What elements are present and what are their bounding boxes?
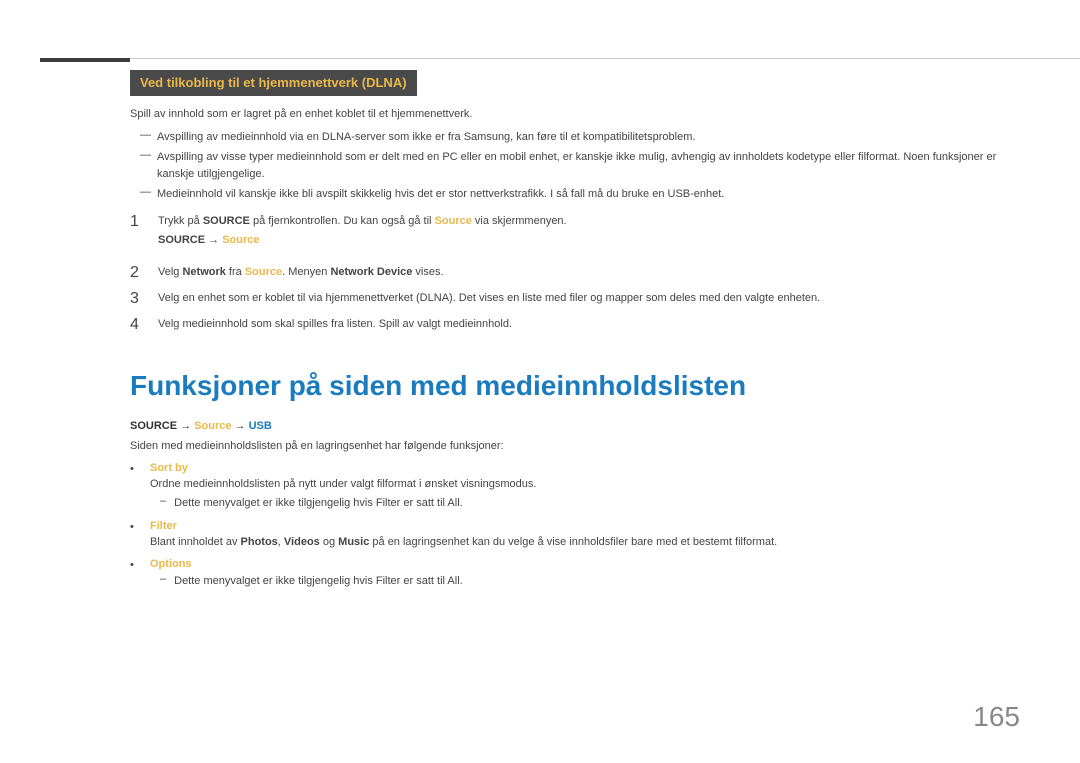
bullet-dot-sort: •	[130, 462, 150, 475]
dash-text-1: Avspilling av medieinnhold via en DLNA-s…	[157, 129, 695, 146]
filter-title: Filter	[150, 520, 1020, 532]
dash-item-2: — Avspilling av visse typer medieinnhold…	[130, 149, 1020, 182]
bullet-section: • Sort by Ordne medieinnholdslisten på n…	[130, 462, 1020, 590]
sort-dash-symbol: –	[160, 495, 166, 507]
section-title-box: Ved tilkobling til et hjemmenettverk (DL…	[130, 70, 417, 96]
section1-title: Ved tilkobling til et hjemmenettverk (DL…	[140, 75, 407, 90]
step-1: 1 Trykk på SOURCE på fjernkontrollen. Du…	[130, 213, 1020, 256]
bullet-dot-options: •	[130, 558, 150, 571]
dash-item-3: — Medieinnhold vil kanskje ikke bli avsp…	[130, 186, 1020, 203]
sort-desc: Ordne medieinnholdslisten på nytt under …	[150, 476, 1020, 493]
section2-intro: Siden med medieinnholdslisten på en lagr…	[130, 438, 1020, 456]
step1-source-link: Source	[222, 234, 259, 246]
left-margin	[0, 0, 130, 763]
sort-subdash: – Dette menyvalget er ikke tilgjengelig …	[150, 495, 1020, 512]
numbered-steps: 1 Trykk på SOURCE på fjernkontrollen. Du…	[130, 213, 1020, 334]
step-4: 4 Velg medieinnhold som skal spilles fra…	[130, 316, 1020, 334]
step1-link1: Source	[435, 215, 472, 227]
bullet-dot-filter: •	[130, 520, 150, 533]
step-number-1: 1	[130, 213, 158, 231]
step-1-content: Trykk på SOURCE på fjernkontrollen. Du k…	[158, 213, 567, 256]
section2-source-line: SOURCE → Source → USB	[130, 420, 1020, 432]
dash-symbol-3: —	[140, 186, 151, 198]
step-2-content: Velg Network fra Source. Menyen Network …	[158, 264, 444, 282]
options-all-bold: All	[447, 575, 459, 587]
content-area: Ved tilkobling til et hjemmenettverk (DL…	[130, 0, 1080, 763]
left-bar	[40, 58, 130, 62]
step-2: 2 Velg Network fra Source. Menyen Networ…	[130, 264, 1020, 282]
section-top: Ved tilkobling til et hjemmenettverk (DL…	[130, 70, 1020, 334]
options-dash-text: Dette menyvalget er ikke tilgjengelig hv…	[174, 573, 463, 590]
step1-bold1: SOURCE	[203, 215, 250, 227]
step2-bold1: Network	[182, 266, 225, 278]
top-rule	[130, 58, 1080, 59]
step-number-2: 2	[130, 264, 158, 282]
options-title: Options	[150, 558, 1020, 570]
bullet-content-options: Options – Dette menyvalget er ikke tilgj…	[150, 558, 1020, 590]
bullet-content-sort: Sort by Ordne medieinnholdslisten på nyt…	[150, 462, 1020, 512]
step2-link1: Source	[245, 266, 282, 278]
sort-dash-text: Dette menyvalget er ikke tilgjengelig hv…	[174, 495, 463, 512]
bullet-item-filter: • Filter Blant innholdet av Photos, Vide…	[130, 520, 1020, 551]
source-link-usb: USB	[249, 420, 272, 432]
dash-text-2: Avspilling av visse typer medieinnhold s…	[157, 149, 1020, 182]
sort-title: Sort by	[150, 462, 1020, 474]
options-filter-bold: Filter	[376, 575, 400, 587]
dash-symbol-1: —	[140, 129, 151, 141]
dash-symbol-2: —	[140, 149, 151, 161]
filter-desc: Blant innholdet av Photos, Videos og Mus…	[150, 534, 1020, 551]
step-4-content: Velg medieinnhold som skal spilles fra l…	[158, 316, 512, 334]
options-dash-symbol: –	[160, 573, 166, 585]
step2-bold2: Network Device	[330, 266, 412, 278]
step1-source-text: SOURCE → Source	[158, 234, 259, 246]
source-link-source: Source	[194, 420, 231, 432]
step1-source-arrow: SOURCE → Source	[158, 232, 567, 250]
dash-text-3: Medieinnhold vil kanskje ikke bli avspil…	[157, 186, 724, 203]
page-number: 165	[973, 701, 1020, 733]
filter-photos: Photos	[241, 536, 278, 548]
bullet-item-options: • Options – Dette menyvalget er ikke til…	[130, 558, 1020, 590]
bullet-item-sort: • Sort by Ordne medieinnholdslisten på n…	[130, 462, 1020, 512]
page-container: Ved tilkobling til et hjemmenettverk (DL…	[0, 0, 1080, 763]
step-number-3: 3	[130, 290, 158, 308]
bullet-content-filter: Filter Blant innholdet av Photos, Videos…	[150, 520, 1020, 551]
section2-big-title: Funksjoner på siden med medieinnholdslis…	[130, 369, 1020, 403]
sort-all-bold: All	[447, 497, 459, 509]
step-3-content: Velg en enhet som er koblet til via hjem…	[158, 290, 820, 308]
section1-intro: Spill av innhold som er lagret på en enh…	[130, 106, 1020, 124]
step-3: 3 Velg en enhet som er koblet til via hj…	[130, 290, 1020, 308]
filter-music: Music	[338, 536, 369, 548]
step-number-4: 4	[130, 316, 158, 334]
sort-filter-bold: Filter	[376, 497, 400, 509]
filter-videos: Videos	[284, 536, 320, 548]
options-subdash: – Dette menyvalget er ikke tilgjengelig …	[150, 573, 1020, 590]
dash-item-1: — Avspilling av medieinnhold via en DLNA…	[130, 129, 1020, 146]
